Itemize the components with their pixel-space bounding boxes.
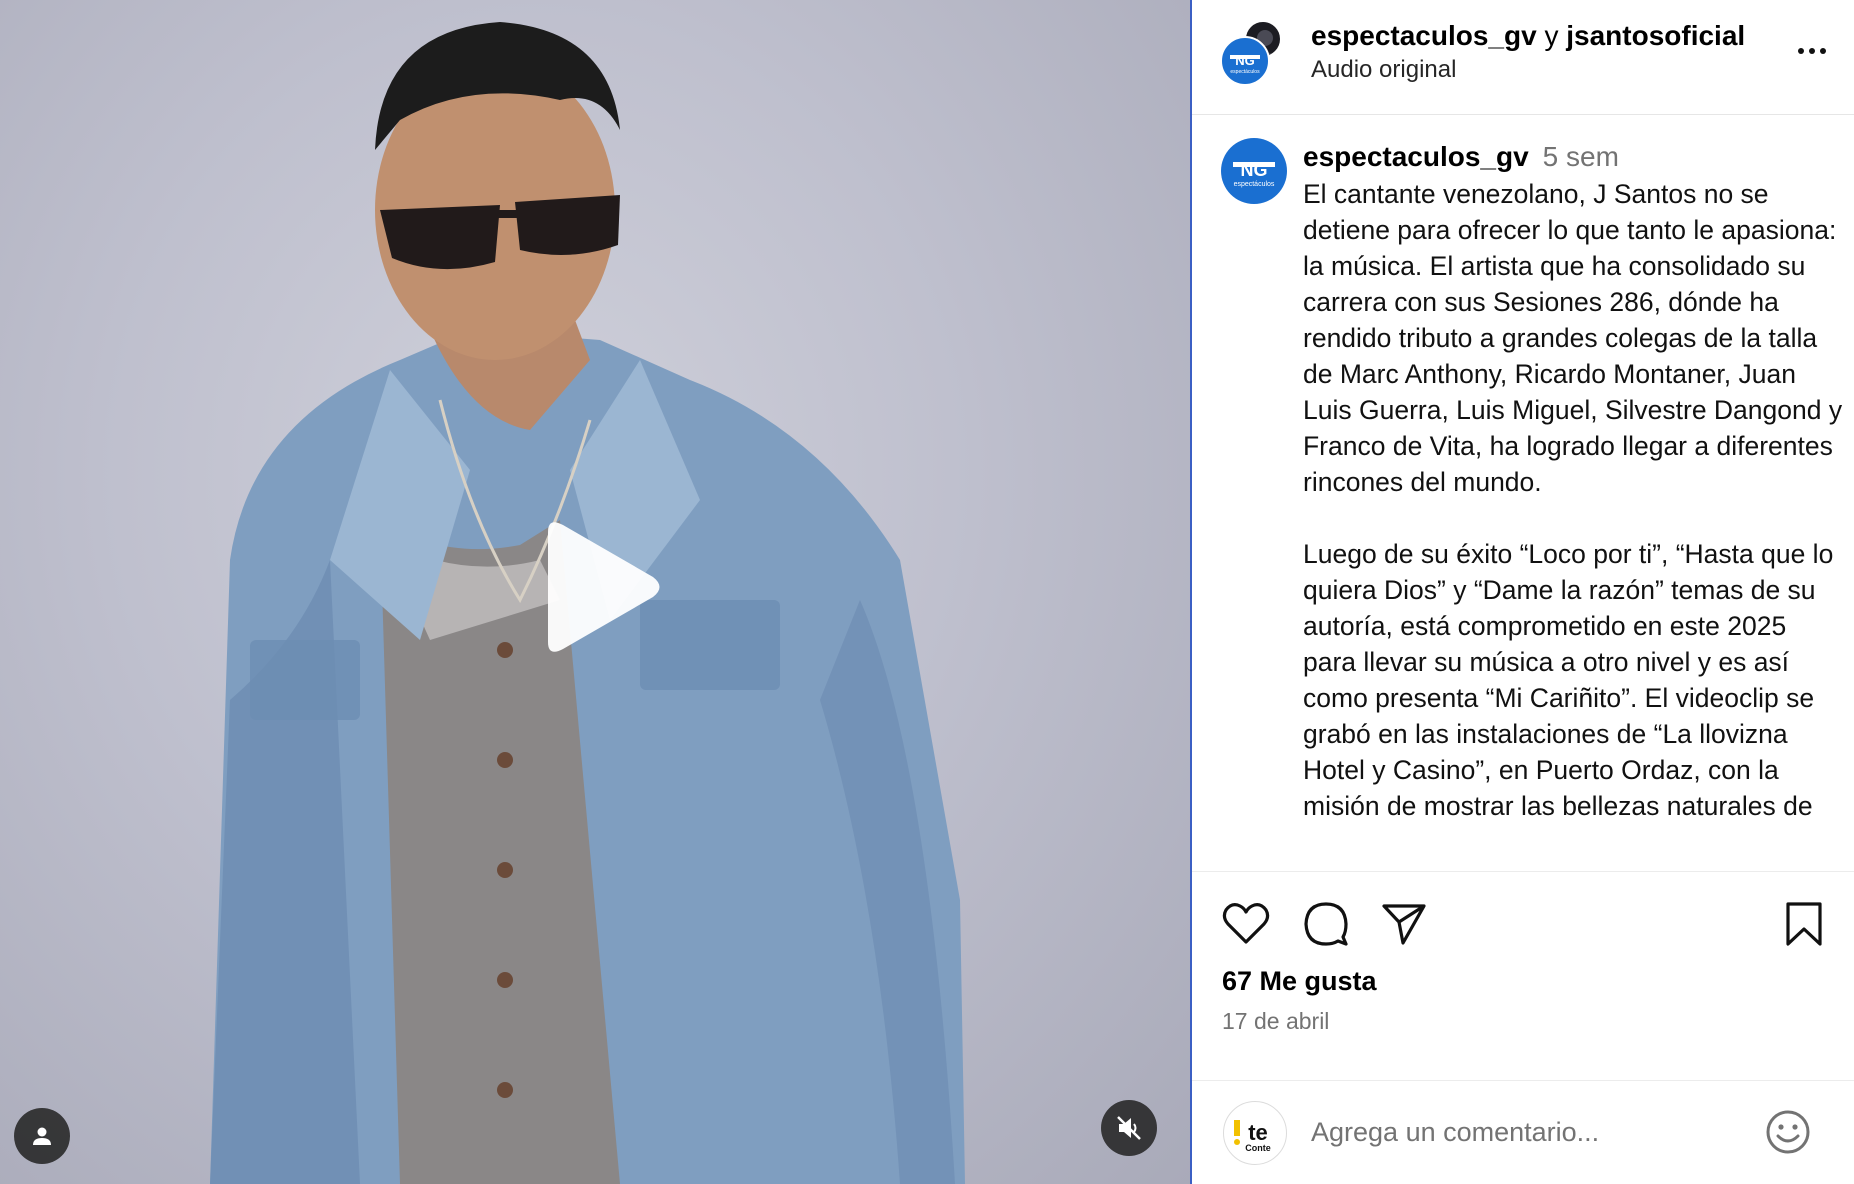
caption-timestamp[interactable]: 5 sem: [1543, 141, 1619, 172]
svg-text:espectáculos: espectáculos: [1230, 69, 1260, 75]
comment-bar: te Conte: [1192, 1080, 1854, 1184]
caption-avatar[interactable]: NG espectáculos: [1221, 138, 1287, 204]
svg-text:NG: NG: [1235, 53, 1255, 68]
send-icon: [1382, 904, 1426, 945]
post-header: NG espectáculos espectaculos_gv y jsanto…: [1192, 0, 1854, 115]
post-date: 17 de abril: [1222, 1008, 1330, 1034]
heart-icon: [1222, 903, 1270, 944]
svg-text:NG: NG: [1241, 160, 1268, 180]
speaker-muted-icon: [1117, 1116, 1141, 1140]
comment-icon: [1304, 902, 1348, 946]
avatar-espectaculos-gv[interactable]: NG espectáculos: [1220, 36, 1270, 86]
audio-link[interactable]: Audio original: [1311, 56, 1456, 84]
caption-username[interactable]: espectaculos_gv: [1303, 141, 1529, 172]
caption-text: El cantante venezolano, J Santos no se d…: [1303, 179, 1843, 821]
share-button[interactable]: [1378, 898, 1430, 950]
tagged-users-button[interactable]: [14, 1108, 70, 1164]
comment-button[interactable]: [1300, 898, 1352, 950]
username-link-2[interactable]: jsantosoficial: [1566, 20, 1745, 51]
connector-text: y: [1544, 20, 1559, 51]
svg-text:Conte: Conte: [1245, 1143, 1271, 1153]
actions-divider: [1192, 871, 1854, 872]
play-icon: [548, 522, 660, 652]
play-button[interactable]: [528, 512, 668, 662]
collab-names: espectaculos_gv y jsantosoficial: [1311, 19, 1745, 53]
save-button[interactable]: [1778, 898, 1830, 950]
caption-header: espectaculos_gv 5 sem: [1303, 140, 1619, 174]
svg-text:te: te: [1248, 1120, 1268, 1145]
collab-avatars[interactable]: NG espectáculos: [1220, 18, 1282, 88]
user-icon: [33, 1127, 51, 1145]
emoji-button[interactable]: [1764, 1108, 1812, 1156]
post-side-panel: NG espectáculos espectaculos_gv y jsanto…: [1192, 0, 1854, 1184]
bookmark-icon: [1786, 902, 1822, 946]
post-media[interactable]: [0, 0, 1190, 1184]
commenter-avatar: te Conte: [1223, 1101, 1287, 1165]
more-options-icon: [1798, 48, 1804, 54]
more-options-button[interactable]: [1790, 38, 1834, 64]
like-button[interactable]: [1220, 898, 1272, 950]
caption-area[interactable]: NG espectáculos espectaculos_gv 5 sem El …: [1192, 116, 1854, 871]
username-link[interactable]: espectaculos_gv: [1311, 20, 1537, 51]
like-count[interactable]: 67 Me gusta: [1222, 966, 1377, 997]
comment-input[interactable]: [1311, 1109, 1751, 1155]
mute-toggle-button[interactable]: [1101, 1100, 1157, 1156]
svg-text:espectáculos: espectáculos: [1234, 181, 1275, 188]
emoji-icon: [1766, 1110, 1810, 1154]
